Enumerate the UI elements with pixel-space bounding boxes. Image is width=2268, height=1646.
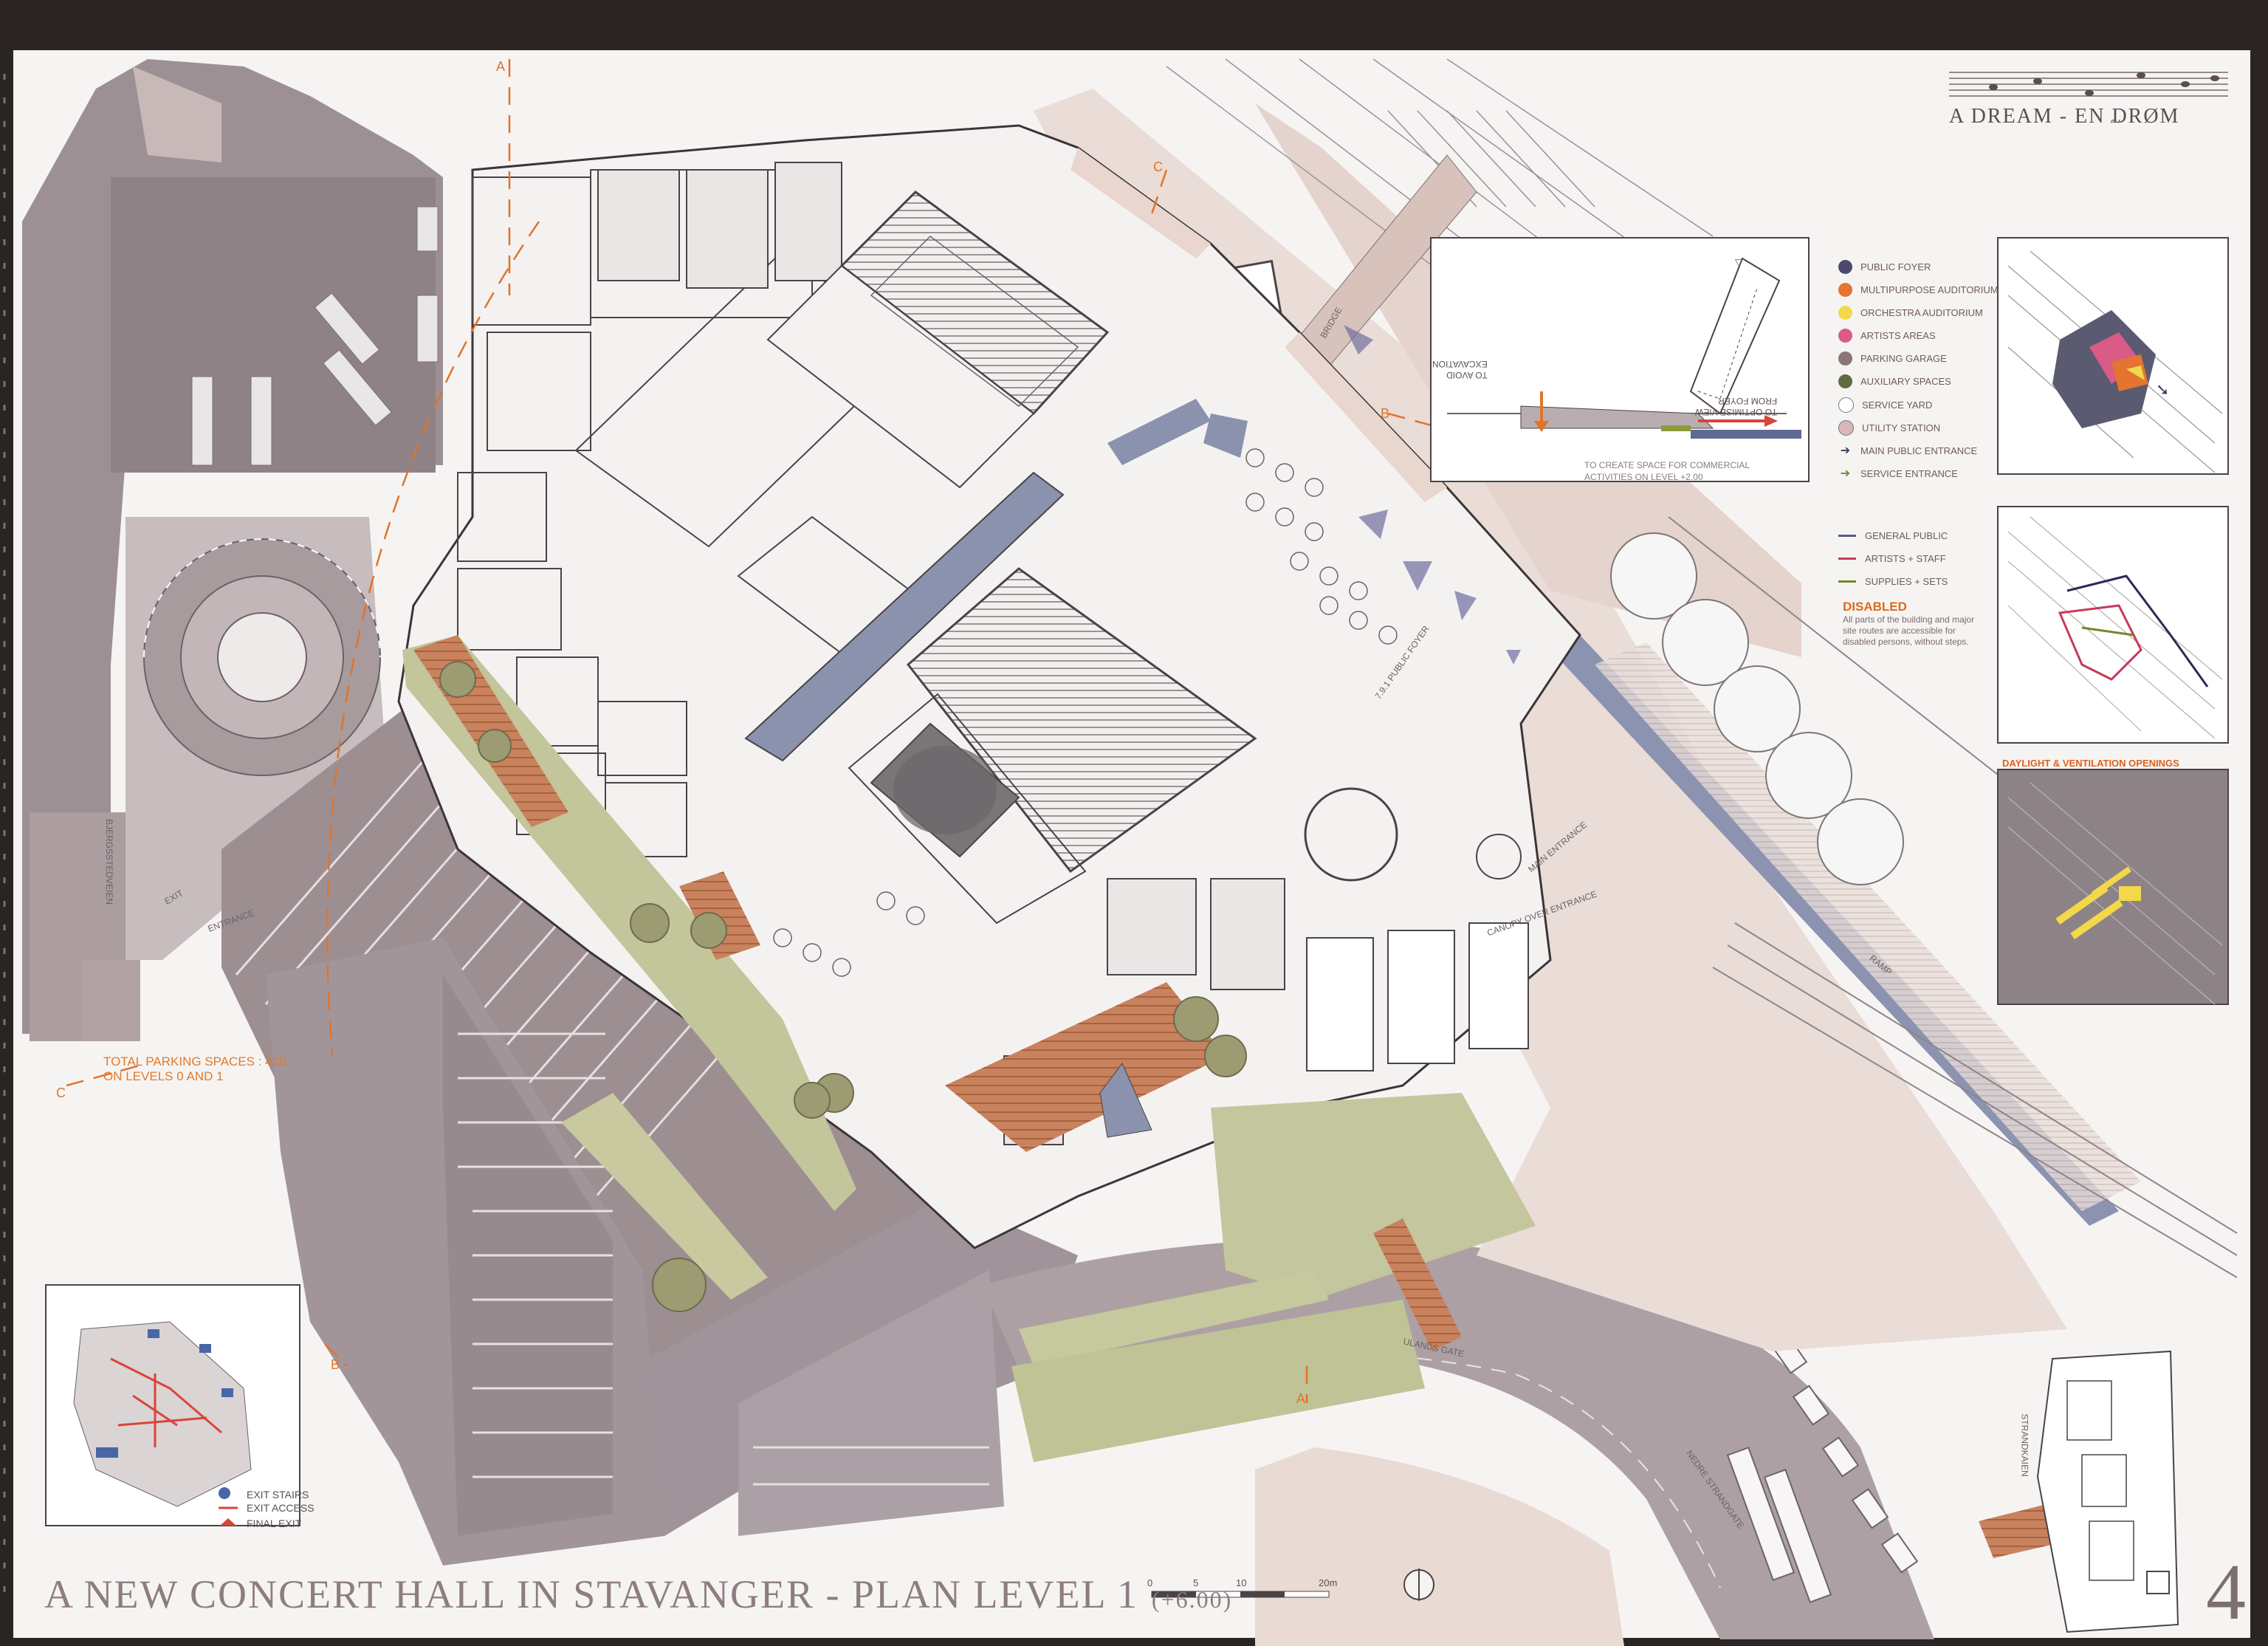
signature: ~ xyxy=(2110,111,2121,132)
section-panel: ▽ xyxy=(1430,237,1810,482)
road-label: BJERGSSTEDVEIEN xyxy=(104,818,115,905)
exit-legend-item: EXIT STAIRS xyxy=(217,1487,309,1501)
motto: A DREAM - EN DRØM xyxy=(1949,105,2180,128)
arrow-icon: ➔ xyxy=(1840,445,1851,457)
route-item: SUPPLIES + SETS xyxy=(1838,576,1948,587)
disabled-text: All parts of the building and major site… xyxy=(1843,614,1975,647)
svg-text:A: A xyxy=(1296,1391,1305,1406)
road-label: STRANDKAIEN xyxy=(2019,1413,2030,1477)
svg-text:B: B xyxy=(331,1357,340,1372)
legend-swatch xyxy=(1838,420,1854,436)
svg-text:B: B xyxy=(1381,406,1389,421)
route-item: GENERAL PUBLIC xyxy=(1838,530,1948,541)
parking-lot-north xyxy=(111,177,436,473)
legend-swatch xyxy=(1838,283,1852,297)
legend-swatch xyxy=(1838,329,1852,343)
sheet-number: 4 xyxy=(2206,1549,2246,1636)
legend-item: PARKING GARAGE xyxy=(1838,352,1947,366)
exit-legend-item: FINAL EXIT xyxy=(217,1517,301,1529)
section-note-commercial: TO CREATE SPACE FOR COMMERCIAL ACTIVITIE… xyxy=(1584,460,1750,482)
svg-text:➘: ➘ xyxy=(2156,380,2169,399)
legend-swatch xyxy=(1838,260,1852,274)
legend-item: PUBLIC FOYER xyxy=(1838,260,1931,274)
legend-item: ➔ MAIN PUBLIC ENTRANCE xyxy=(1838,443,1977,458)
exit-legend-item: EXIT ACCESS xyxy=(217,1502,315,1514)
svg-text:C: C xyxy=(56,1086,66,1100)
box-office xyxy=(1306,922,1529,1071)
level-label: (+6.00) xyxy=(1151,1586,1233,1613)
final-exit-icon xyxy=(217,1517,242,1529)
legend-swatch xyxy=(1838,352,1852,366)
legend-swatch xyxy=(1838,374,1852,388)
legend-item: ORCHESTRA AUDITORIUM xyxy=(1838,306,1983,320)
route-swatch xyxy=(1838,558,1856,560)
north-arrow-icon xyxy=(1403,1568,1434,1601)
legend-swatch xyxy=(1838,397,1854,413)
legend-item: SERVICE YARD xyxy=(1838,397,1932,413)
route-swatch xyxy=(1838,580,1856,583)
legend-item: ➔ SERVICE ENTRANCE xyxy=(1838,466,1958,481)
legend-item: UTILITY STATION xyxy=(1838,420,1940,436)
exit-access-icon xyxy=(217,1502,242,1514)
legend-item: ARTISTS AREAS xyxy=(1838,329,1936,343)
legend-item: MULTIPURPOSE AUDITORIUM xyxy=(1838,283,1999,297)
key-map-2 xyxy=(1997,506,2229,744)
legend-swatch xyxy=(1838,306,1852,320)
arrow-icon: ➔ xyxy=(1840,467,1851,480)
svg-text:▽: ▽ xyxy=(1735,256,1743,268)
route-swatch xyxy=(1838,535,1856,537)
plan-sheet: A C B C B A ▽ ➘ xyxy=(0,0,2268,1646)
sheet-title: A NEW CONCERT HALL IN STAVANGER - PLAN L… xyxy=(44,1572,1233,1616)
exit-stairs-icon xyxy=(217,1487,242,1501)
section-note-view: TO OPTIMISE VIEW FROM FOYER xyxy=(1695,396,1778,417)
daylight-label: DAYLIGHT & VENTILATION OPENINGS xyxy=(2002,758,2179,769)
key-map-1: ➘ xyxy=(1997,237,2229,475)
parking-note: TOTAL PARKING SPACES : 428 ON LEVELS 0 A… xyxy=(103,1055,286,1083)
scale-label: 10 xyxy=(1236,1577,1247,1588)
legend-item: AUXILIARY SPACES xyxy=(1838,374,1951,388)
svg-text:C: C xyxy=(1153,160,1163,174)
disabled-heading: DISABLED xyxy=(1843,600,1907,614)
route-item: ARTISTS + STAFF xyxy=(1838,553,1946,564)
section-note-excavation: TO AVOID EXCAVATION xyxy=(1432,359,1488,380)
svg-text:A: A xyxy=(496,59,505,74)
scale-label: 20m xyxy=(1319,1577,1338,1588)
key-map-3 xyxy=(1997,769,2229,1005)
